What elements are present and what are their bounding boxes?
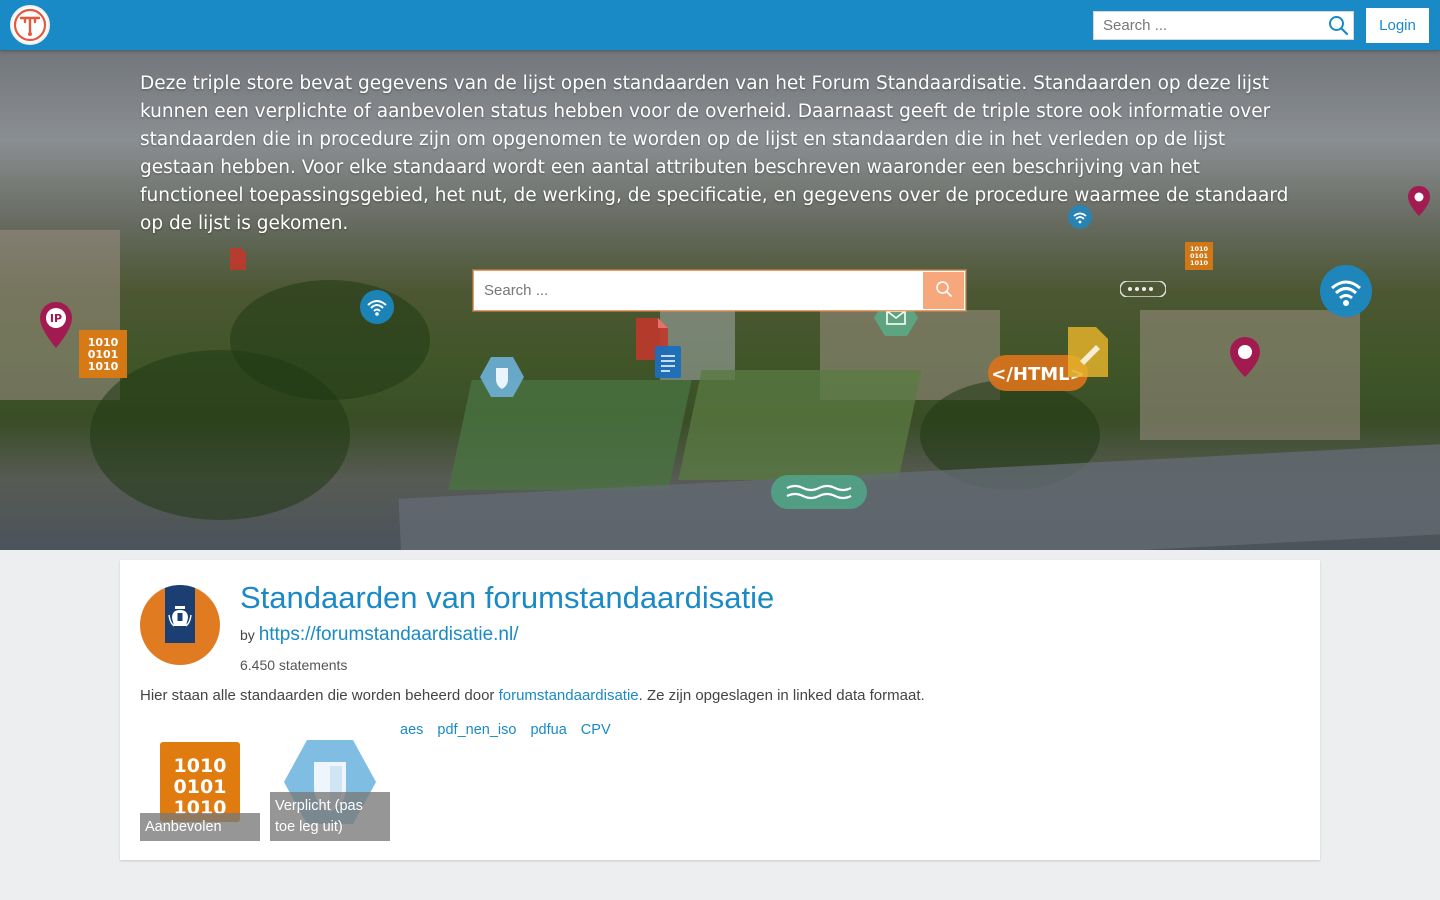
- description-link[interactable]: forumstandaardisatie: [499, 687, 639, 704]
- binary-icon: 1010 0101 1010: [1185, 242, 1213, 270]
- top-navbar: Login: [0, 0, 1440, 50]
- location-pin-icon: [1230, 337, 1260, 377]
- hero-search-input[interactable]: [474, 271, 914, 310]
- store-description: Deze triple store bevat gegevens van de …: [140, 73, 1289, 234]
- wave-badge-icon: [771, 475, 867, 509]
- svg-text:1010: 1010: [1190, 259, 1209, 267]
- statement-count: 6.450 statements: [240, 657, 348, 673]
- shield-icon: [480, 357, 524, 397]
- password-field-icon: [1120, 281, 1166, 297]
- navbar-search-input[interactable]: [1094, 12, 1324, 39]
- wifi-icon: [1320, 265, 1372, 317]
- wifi-icon: [360, 290, 394, 324]
- binary-icon: 1010 0101 1010: [79, 330, 127, 378]
- dataset-title[interactable]: Standaarden van forumstandaardisatie: [240, 580, 774, 616]
- by-label: by: [240, 627, 255, 643]
- search-icon: [935, 281, 952, 297]
- ip-location-pin-icon: IP: [40, 302, 72, 348]
- dataset-owner-line: by https://forumstandaardisatie.nl/: [240, 624, 519, 646]
- class-thumbnail-verplicht[interactable]: Verplicht (pas toe leg uit): [270, 730, 390, 841]
- svg-text:1010: 1010: [174, 755, 227, 777]
- text-document-icon: [655, 346, 681, 378]
- tag-link[interactable]: CPV: [581, 722, 611, 738]
- svg-text:0101: 0101: [174, 776, 227, 798]
- thumbnail-caption: Aanbevolen: [140, 813, 260, 841]
- thumbnail-caption: Verplicht (pas toe leg uit): [270, 792, 390, 841]
- rijksoverheid-flag: [165, 585, 195, 643]
- dataset-description: Hier staan alle standaarden die worden b…: [140, 687, 925, 704]
- description-prefix: Hier staan alle standaarden die worden b…: [140, 687, 499, 704]
- triply-logo[interactable]: [10, 5, 50, 45]
- navbar-search-box: [1093, 11, 1354, 40]
- tag-link[interactable]: pdf_nen_iso: [437, 722, 516, 738]
- search-icon[interactable]: [1328, 15, 1349, 41]
- dataset-tags: aes pdf_nen_iso pdfua CPV: [400, 722, 621, 738]
- hero-search-button[interactable]: [923, 272, 964, 309]
- tag-link[interactable]: aes: [400, 722, 423, 738]
- tag-link[interactable]: pdfua: [530, 722, 566, 738]
- location-pin-icon: [1408, 186, 1430, 216]
- description-suffix: . Ze zijn opgeslagen in linked data form…: [638, 687, 925, 704]
- organisation-avatar[interactable]: [140, 585, 220, 665]
- hero-banner: IP 1010 0101 1010 </HTML> 1010 0101 1010: [0, 50, 1440, 550]
- login-button[interactable]: Login: [1366, 8, 1429, 43]
- hero-search-box: [473, 270, 966, 311]
- dataset-card: Standaarden van forumstandaardisatie by …: [120, 560, 1320, 860]
- owner-link[interactable]: https://forumstandaardisatie.nl/: [259, 624, 519, 645]
- svg-text:1010: 1010: [88, 360, 119, 373]
- class-thumbnail-aanbevolen[interactable]: 1010 0101 1010 Aanbevolen: [140, 730, 260, 841]
- svg-text:IP: IP: [50, 312, 62, 325]
- coat-of-arms-icon: [168, 606, 192, 627]
- edit-document-icon: [1068, 327, 1108, 377]
- document-icon: [230, 248, 246, 270]
